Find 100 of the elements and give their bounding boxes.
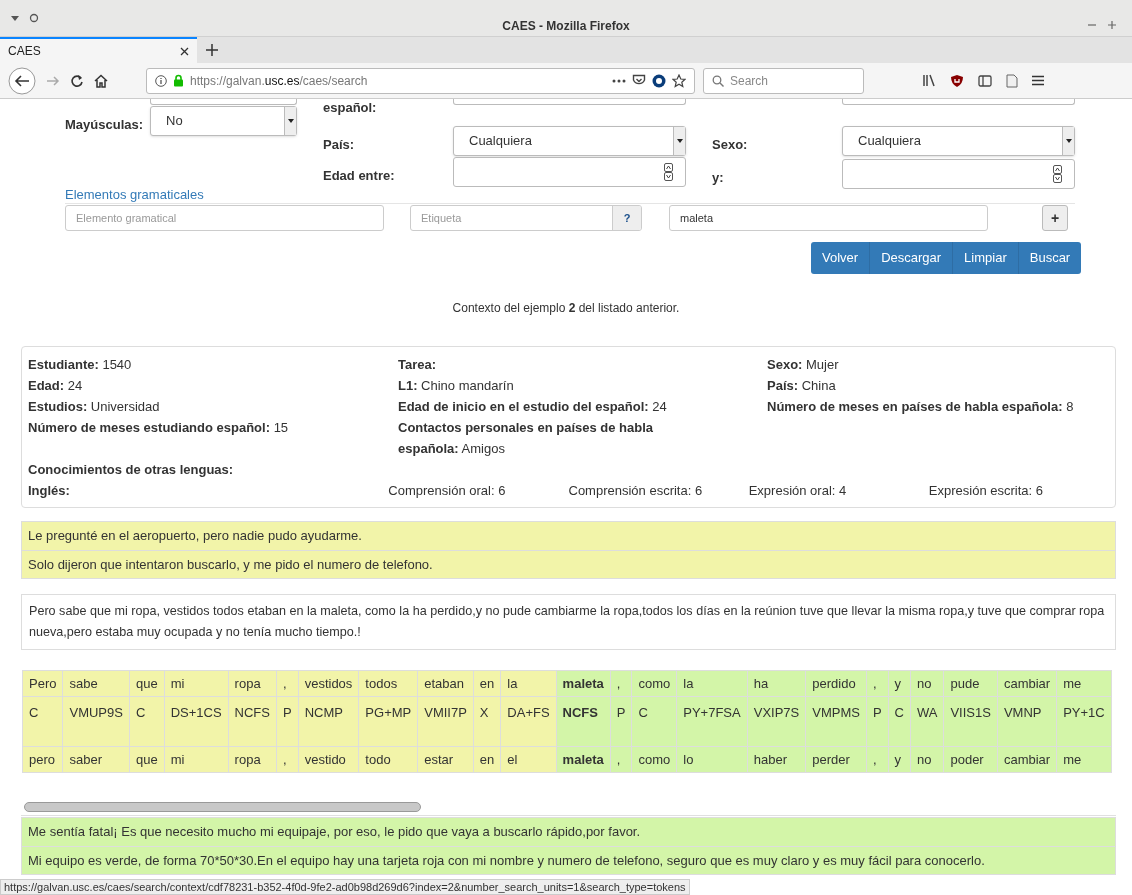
more-icon[interactable] bbox=[612, 78, 626, 83]
language-label: Inglés: bbox=[28, 482, 71, 500]
reload-icon[interactable] bbox=[70, 73, 84, 88]
select-field[interactable] bbox=[842, 99, 1075, 105]
table-cell: , bbox=[276, 670, 299, 697]
table-cell: VXIP7S bbox=[747, 696, 806, 747]
pocket-icon[interactable] bbox=[632, 74, 646, 87]
info-icon bbox=[155, 74, 167, 87]
number-field[interactable] bbox=[453, 157, 686, 187]
search-icon bbox=[712, 74, 724, 87]
score-text: Comprensión oral: 6 bbox=[388, 482, 507, 500]
table-cell: la bbox=[500, 670, 557, 697]
tab-title: CAES bbox=[8, 43, 41, 60]
table-cell: perdido bbox=[805, 670, 867, 697]
help-button[interactable]: ? bbox=[612, 206, 641, 230]
score-text: Expresión oral: 4 bbox=[748, 482, 848, 500]
table-cell: y bbox=[888, 670, 911, 697]
dropdown-arrow-icon bbox=[676, 139, 683, 143]
address-bar[interactable]: https://galvan.usc.es/caes/search bbox=[146, 67, 695, 94]
back-icon[interactable] bbox=[8, 66, 36, 95]
new-tab-icon[interactable] bbox=[205, 43, 219, 57]
info-text: Tarea: bbox=[398, 356, 438, 374]
table-cell: mi bbox=[164, 670, 229, 697]
info-text: Sexo: Mujer bbox=[767, 356, 840, 374]
table-cell: WA bbox=[910, 696, 944, 747]
search-placeholder: Search bbox=[730, 72, 769, 90]
table-cell: ha bbox=[747, 670, 806, 697]
dropdown-arrow-icon bbox=[1065, 139, 1072, 143]
dropdown-arrow-icon bbox=[287, 119, 294, 123]
sentence-text: Mi equipo es verde, de forma 70*50*30.En el equipo hay una tarjeta roja con mi nombre y numero de telefono, seguro que es muy claro y es muy fácil para conocerlo. bbox=[22, 846, 1115, 874]
sentence-text: Le pregunté en el aeropuerto, pero nadie pudo ayudarme. bbox=[27, 527, 363, 546]
sidebar-icon[interactable] bbox=[978, 74, 992, 87]
url-text: https://galvan.usc.es/caes/search bbox=[190, 72, 368, 90]
star-icon[interactable] bbox=[672, 73, 686, 88]
spinner-icon[interactable] bbox=[664, 163, 673, 181]
action-button[interactable]: Buscar bbox=[1017, 242, 1082, 274]
spinner-icon[interactable] bbox=[1053, 165, 1062, 183]
window-title: CAES - Mozilla Firefox bbox=[502, 18, 630, 35]
field-label: Edad entre: bbox=[323, 167, 395, 185]
table-cell: C bbox=[129, 696, 165, 747]
menu-caret-icon[interactable] bbox=[10, 14, 20, 22]
table-cell: , bbox=[866, 670, 889, 697]
section-link[interactable]: Elementos gramaticales bbox=[65, 185, 204, 205]
scrollbar-thumb[interactable] bbox=[24, 802, 421, 812]
table-cell: VMUP9S bbox=[62, 696, 130, 747]
table-cell: VMNP bbox=[997, 696, 1057, 747]
select-field[interactable] bbox=[150, 99, 297, 105]
maximize-icon[interactable] bbox=[1107, 20, 1117, 30]
table-cell: la bbox=[676, 670, 748, 697]
table-cell: DA+FS bbox=[500, 696, 557, 747]
select-field[interactable]: Cualquiera bbox=[453, 126, 686, 156]
action-button[interactable]: Limpiar bbox=[952, 242, 1018, 274]
table-cell: DS+1CS bbox=[164, 696, 229, 747]
info-text: Edad de inicio en el estudio del español: 24 bbox=[398, 398, 668, 416]
info-text: Estudiante: 1540 bbox=[28, 356, 133, 374]
table-cell: PG+MP bbox=[358, 696, 418, 747]
table-cell: VMPMS bbox=[805, 696, 867, 747]
home-icon[interactable] bbox=[94, 73, 108, 88]
close-icon[interactable] bbox=[180, 46, 189, 56]
table-cell: PY+7FSA bbox=[676, 696, 748, 747]
table-cell: etaban bbox=[417, 670, 474, 697]
reader-icon[interactable] bbox=[1006, 73, 1018, 88]
select-field[interactable] bbox=[453, 99, 686, 105]
table-cell: NCMP bbox=[298, 696, 359, 747]
info-text: L1: Chino mandarín bbox=[398, 377, 515, 395]
table-cell: maleta bbox=[556, 670, 611, 697]
table-cell: no bbox=[910, 670, 944, 697]
menu-icon[interactable] bbox=[1032, 75, 1044, 86]
action-button[interactable]: Descargar bbox=[869, 242, 953, 274]
shield-icon[interactable] bbox=[950, 73, 964, 88]
extension-icon[interactable] bbox=[652, 73, 666, 88]
info-text: Estudios: Universidad bbox=[28, 398, 161, 416]
input-field[interactable]: Etiqueta ? bbox=[410, 205, 642, 231]
table-cell: en bbox=[473, 670, 501, 697]
table-cell: ropa bbox=[228, 670, 277, 697]
sentence-text: Me sentía fatal¡ Es que necesito mucho mi equipaje, por eso, le pido que vaya a buscarlo rápido,por favor. bbox=[27, 823, 642, 842]
lock-icon bbox=[173, 74, 184, 87]
table-cell: vestidos bbox=[298, 670, 359, 697]
info-text: País: China bbox=[767, 377, 837, 395]
score-text: Expresión escrita: 6 bbox=[928, 482, 1044, 500]
select-field[interactable]: Cualquiera bbox=[842, 126, 1075, 156]
table-cell: VMII7P bbox=[417, 696, 474, 747]
library-icon[interactable] bbox=[922, 74, 936, 87]
table-cell: cambiar bbox=[997, 670, 1057, 697]
add-button[interactable]: + bbox=[1042, 205, 1068, 231]
sentence-text: Solo dijeron que intentaron buscarlo, y me pido el numero de telefono. bbox=[22, 550, 1115, 578]
context-sentence: Pero sabe que mi ropa, vestidos todos etaban en la maleta, como la ha perdido,y no pude cambiarme la ropa,todos los días en la reúnion tuve que llevar la misma ropa,y tuve que comprar ropa nueva,pero estaba muy ocupada y no tenía mucho tiempo.! bbox=[21, 594, 1116, 650]
action-button[interactable]: Volver bbox=[811, 242, 870, 274]
caption-text: Contexto del ejemplo 2 del listado anterior. bbox=[451, 300, 681, 317]
circle-icon[interactable] bbox=[29, 13, 39, 23]
input-field[interactable]: maleta bbox=[669, 205, 988, 231]
table-cell: C bbox=[22, 696, 63, 747]
number-field[interactable] bbox=[842, 159, 1075, 189]
table-cell: todos bbox=[358, 670, 418, 697]
search-field[interactable]: Search bbox=[703, 67, 864, 94]
select-field[interactable]: No bbox=[150, 106, 297, 136]
table-cell: que bbox=[129, 670, 165, 697]
browser-tab[interactable]: CAES bbox=[0, 37, 197, 63]
field-label: español: bbox=[323, 99, 377, 117]
table-cell: pude bbox=[943, 670, 998, 697]
